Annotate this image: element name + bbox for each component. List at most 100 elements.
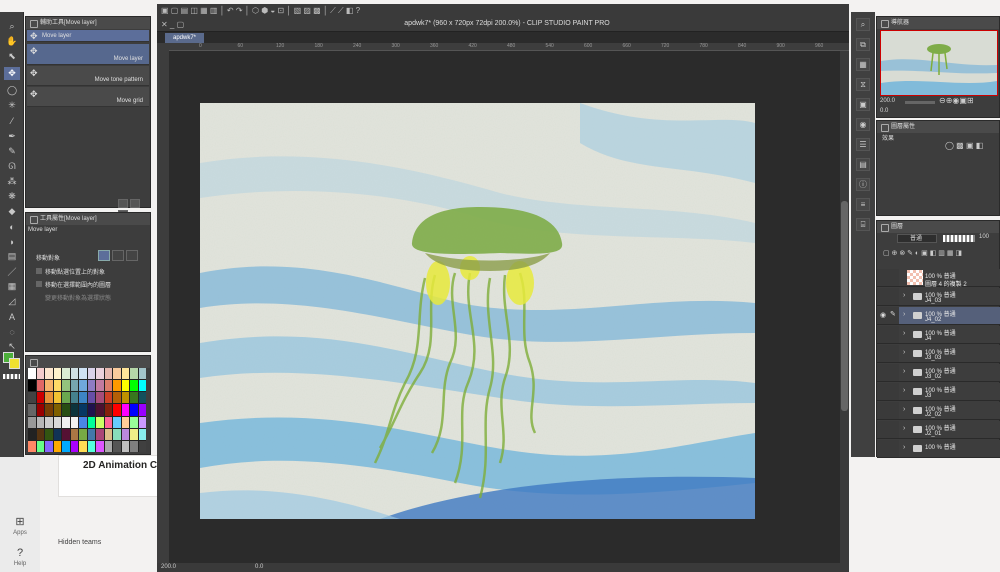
color-swatch[interactable] <box>79 428 87 440</box>
color-swatch[interactable] <box>36 392 44 404</box>
expand-icon[interactable]: › <box>903 349 905 356</box>
zoom-icon[interactable]: ⌕ <box>4 20 20 33</box>
option-1[interactable]: 移動點選位置上的對象 <box>36 267 105 276</box>
target-tone-button[interactable] <box>112 250 124 261</box>
layer-visibility[interactable] <box>877 364 899 382</box>
color-swatch[interactable] <box>104 368 112 380</box>
color-swatch[interactable] <box>121 380 129 392</box>
color-swatch[interactable] <box>70 416 78 428</box>
expand-icon[interactable]: › <box>903 406 905 413</box>
color-swatch[interactable] <box>53 380 61 392</box>
add-icon[interactable] <box>118 199 128 208</box>
color-swatch[interactable] <box>45 416 53 428</box>
timeline-icon[interactable]: ≡ <box>856 198 870 211</box>
color-swatch[interactable] <box>130 440 138 452</box>
color-swatch[interactable] <box>70 380 78 392</box>
navigator-zoom[interactable]: 200.0 <box>880 98 895 104</box>
color-swatches[interactable] <box>28 368 146 452</box>
color-swatch[interactable] <box>121 368 129 380</box>
color-swatch[interactable] <box>96 440 104 452</box>
info-icon[interactable]: ⓘ <box>856 178 870 191</box>
expand-icon[interactable]: › <box>903 387 905 394</box>
sub-tool-move-grid[interactable]: ✥ Move grid <box>27 87 149 107</box>
layer-visibility[interactable] <box>877 421 899 439</box>
color-swatch[interactable] <box>138 392 146 404</box>
color-swatch[interactable] <box>53 404 61 416</box>
color-swatch[interactable] <box>62 440 70 452</box>
fill-icon[interactable]: ◗ <box>4 235 20 248</box>
sub-color[interactable] <box>9 358 20 369</box>
color-swatch[interactable] <box>113 428 121 440</box>
pen-icon[interactable]: ✒ <box>4 130 20 143</box>
color-swatch[interactable] <box>28 404 36 416</box>
layer-row[interactable]: 100 % 普通 圖層 4 的複製 2 <box>899 269 1000 288</box>
layer-visibility[interactable] <box>877 326 899 344</box>
color-swatch[interactable] <box>104 440 112 452</box>
color-swatch[interactable] <box>96 380 104 392</box>
color-swatch[interactable] <box>45 428 53 440</box>
color-swatch[interactable] <box>53 416 61 428</box>
color-swatch[interactable] <box>87 416 95 428</box>
color-swatch[interactable] <box>113 440 121 452</box>
color-swatch[interactable] <box>121 392 129 404</box>
color-swatch[interactable] <box>45 440 53 452</box>
color-swatch[interactable] <box>96 404 104 416</box>
layer-row[interactable]: › 100 % 普通 J2_01 <box>899 421 1000 439</box>
decoration-icon[interactable]: ❋ <box>4 190 20 203</box>
hidden-teams-label[interactable]: Hidden teams <box>58 539 101 546</box>
target-layer-button[interactable] <box>98 250 110 261</box>
color-swatch[interactable] <box>28 416 36 428</box>
color-swatch[interactable] <box>36 380 44 392</box>
brush-icon[interactable]: ᘏ <box>4 160 20 173</box>
color-swatch[interactable] <box>96 428 104 440</box>
layer-row[interactable]: › 100 % 普通 J2_02 <box>899 402 1000 420</box>
layer-visibility[interactable]: ◉ ✎ <box>877 307 899 325</box>
canvas-artwork[interactable] <box>200 103 755 519</box>
expand-icon[interactable]: › <box>903 444 905 451</box>
color-swatch[interactable] <box>138 428 146 440</box>
expand-icon[interactable]: › <box>903 425 905 432</box>
opacity-slider[interactable] <box>943 235 975 242</box>
layer-row[interactable]: › 100 % 普通 J4_02 <box>899 307 1000 325</box>
color-swatch[interactable] <box>28 368 36 380</box>
transparent-color[interactable] <box>3 374 20 379</box>
color-swatch[interactable] <box>45 404 53 416</box>
color-swatch[interactable] <box>104 404 112 416</box>
history-icon[interactable]: ⧖ <box>856 78 870 91</box>
color-swatch[interactable] <box>87 404 95 416</box>
color-swatch[interactable] <box>28 380 36 392</box>
blend-mode-select[interactable]: 普通 <box>897 234 937 243</box>
color-swatch[interactable] <box>45 392 53 404</box>
balloon-icon[interactable]: ◌ <box>4 325 20 338</box>
duplicate-icon[interactable] <box>130 199 140 208</box>
expand-icon[interactable]: › <box>903 311 905 318</box>
figure-icon[interactable]: ／ <box>4 265 20 278</box>
layer-visibility[interactable] <box>877 440 899 458</box>
color-swatch[interactable] <box>87 428 95 440</box>
color-swatch[interactable] <box>36 416 44 428</box>
layer-row[interactable]: › 100 % 普通 <box>899 440 1000 458</box>
auto-select-icon[interactable]: ✳ <box>4 99 20 112</box>
airbrush-icon[interactable]: ⁂ <box>4 175 20 188</box>
rail-apps[interactable]: ⊞ Apps <box>6 515 34 536</box>
color-swatch[interactable] <box>104 428 112 440</box>
layer-row[interactable]: › 100 % 普通 J4_03 <box>899 288 1000 306</box>
color-swatch[interactable] <box>70 392 78 404</box>
color-swatch[interactable] <box>96 392 104 404</box>
color-swatch[interactable] <box>138 368 146 380</box>
color-swatch[interactable] <box>121 416 129 428</box>
color-swatch[interactable] <box>36 368 44 380</box>
layer-visibility[interactable] <box>877 402 899 420</box>
effect-buttons[interactable]: ◯ ▩ ▣ ◧ <box>945 141 983 150</box>
eraser-icon[interactable]: ◆ <box>4 205 20 218</box>
layer-toolbar[interactable]: ▢ ⊕ ⊗ ✎ ◐ ▣ ◧ ▥ ▦ ◨ <box>883 249 962 257</box>
color-wheel-icon[interactable]: ◉ <box>856 118 870 131</box>
color-swatch[interactable] <box>70 368 78 380</box>
color-swatch[interactable] <box>121 404 129 416</box>
navigator-angle[interactable]: 0.0 <box>880 108 888 114</box>
color-swatch[interactable] <box>36 440 44 452</box>
color-swatch[interactable] <box>79 380 87 392</box>
color-swatch[interactable] <box>79 416 87 428</box>
color-swatch[interactable] <box>138 440 146 452</box>
zoom-value[interactable]: 200.0 <box>161 564 176 570</box>
